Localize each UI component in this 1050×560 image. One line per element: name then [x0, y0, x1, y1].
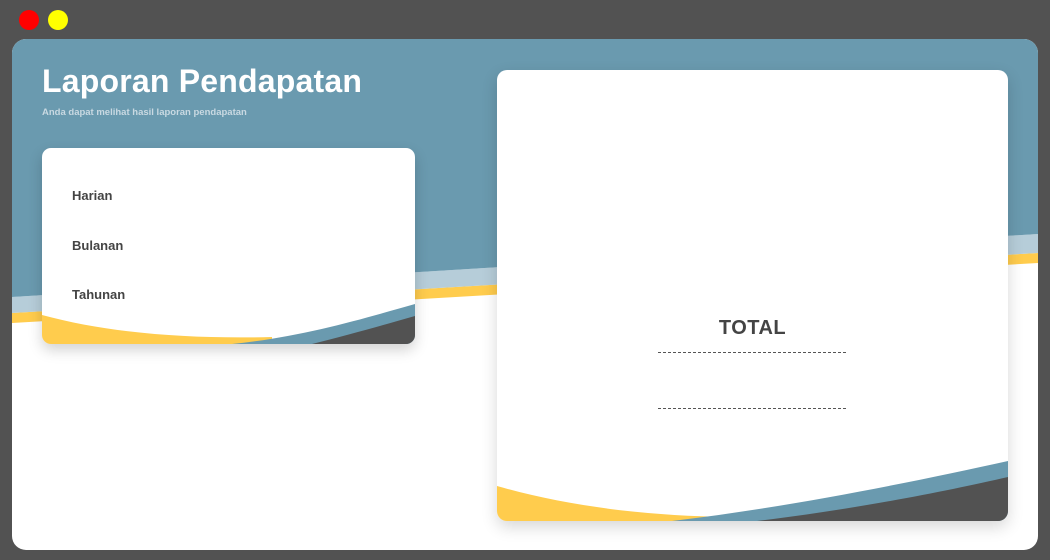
page-subtitle: Anda dapat melihat hasil laporan pendapa… [42, 107, 247, 118]
report-period-menu: Harian Bulanan Tahunan [42, 148, 415, 344]
menu-item-tahunan[interactable]: Tahunan [72, 287, 125, 302]
app-frame: Laporan Pendapatan Anda dapat melihat ha… [12, 39, 1038, 550]
total-panel-wave [497, 461, 1008, 521]
menu-card-wave [42, 304, 415, 344]
total-divider-bottom [658, 408, 846, 409]
page-title: Laporan Pendapatan [42, 63, 363, 99]
window-close-button[interactable] [19, 10, 39, 30]
total-label: TOTAL [718, 317, 787, 339]
menu-item-bulanan[interactable]: Bulanan [72, 238, 123, 253]
total-panel: TOTAL [497, 70, 1008, 521]
total-divider-top [658, 352, 846, 353]
window-minimize-button[interactable] [48, 10, 68, 30]
menu-item-harian[interactable]: Harian [72, 188, 112, 203]
